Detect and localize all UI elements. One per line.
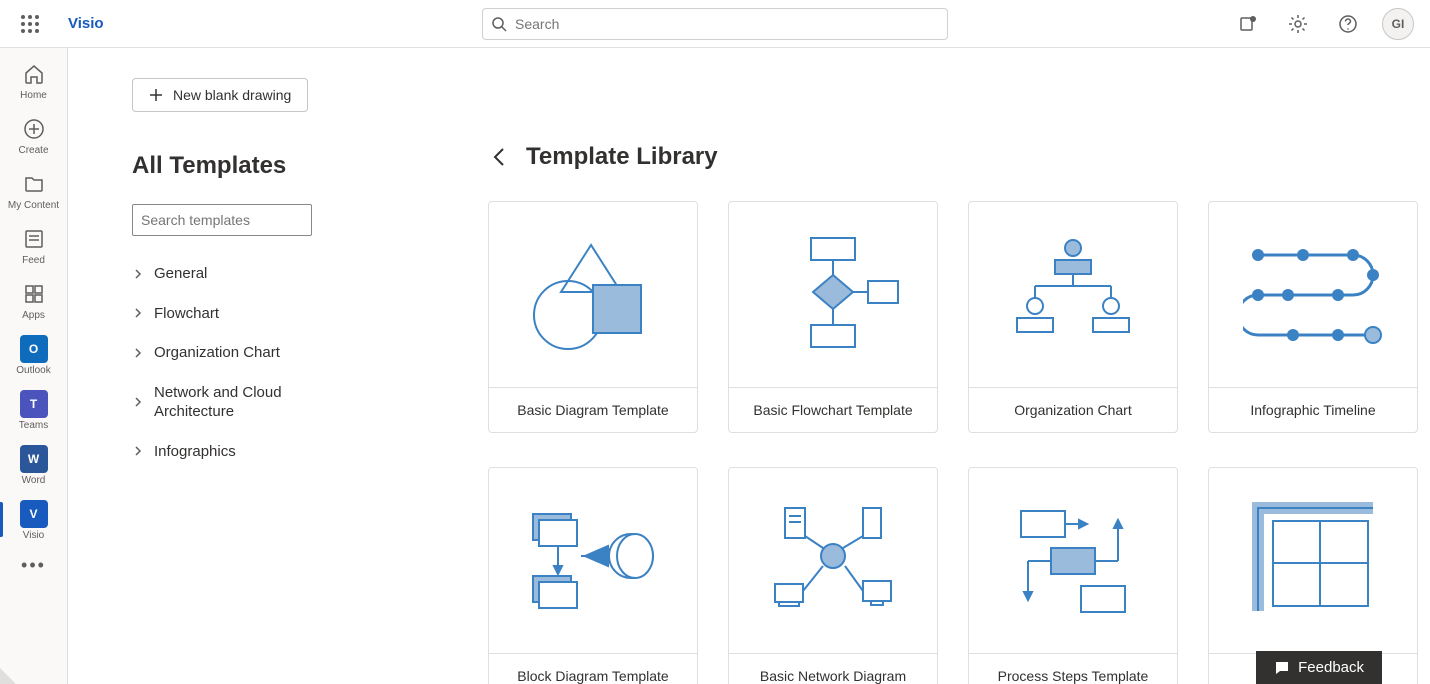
back-icon[interactable]: [488, 145, 512, 169]
visio-icon: V: [20, 500, 48, 528]
global-search[interactable]: [482, 8, 948, 40]
tile-label: Infographic Timeline: [1209, 388, 1417, 432]
rail-mycontent[interactable]: My Content: [0, 162, 68, 217]
new-blank-label: New blank drawing: [173, 87, 291, 103]
chat-icon: [1274, 660, 1290, 676]
tile-label: Basic Network Diagram: [729, 654, 937, 684]
rail-outlook[interactable]: O Outlook: [0, 327, 68, 382]
matrix-icon: [1243, 496, 1383, 626]
template-tile-block[interactable]: Block Diagram Template: [488, 467, 698, 684]
rail-visio[interactable]: V Visio: [0, 492, 68, 547]
global-search-input[interactable]: [515, 16, 939, 32]
tile-label: Process Steps Template: [969, 654, 1177, 684]
tile-preview: [1209, 202, 1417, 388]
plus-icon: [149, 88, 163, 102]
tile-preview: [969, 468, 1177, 654]
category-general[interactable]: General: [132, 254, 388, 294]
template-search[interactable]: [132, 204, 312, 236]
rail-label: Outlook: [16, 365, 50, 376]
tile-label: Basic Diagram Template: [489, 388, 697, 432]
chevron-right-icon: [132, 396, 144, 408]
template-tile-orgchart[interactable]: Organization Chart: [968, 201, 1178, 433]
template-tile-timeline[interactable]: Infographic Timeline: [1208, 201, 1418, 433]
rail-label: Teams: [19, 420, 48, 431]
template-search-input[interactable]: [141, 212, 303, 228]
tile-preview: [1209, 468, 1417, 654]
rail-label: Visio: [23, 530, 45, 541]
tile-label: Block Diagram Template: [489, 654, 697, 684]
process-icon: [1003, 496, 1143, 626]
left-rail: Home Create My Content Feed Apps O Outlo…: [0, 48, 68, 684]
create-icon: [20, 115, 48, 143]
rail-create[interactable]: Create: [0, 107, 68, 162]
network-icon: [763, 496, 903, 626]
template-grid: Basic Diagram Template: [488, 201, 1430, 684]
template-tile-basic-diagram[interactable]: Basic Diagram Template: [488, 201, 698, 433]
more-icon: •••: [21, 555, 46, 576]
word-icon: W: [20, 445, 48, 473]
settings-icon[interactable]: [1282, 8, 1314, 40]
category-orgchart[interactable]: Organization Chart: [132, 333, 388, 373]
feed-icon: [20, 225, 48, 253]
basic-diagram-icon: [523, 230, 663, 360]
timeline-icon: [1243, 230, 1383, 360]
orgchart-icon: [1003, 230, 1143, 360]
tile-label: Organization Chart: [969, 388, 1177, 432]
category-network[interactable]: Network and Cloud Architecture: [132, 373, 388, 432]
tile-preview: [489, 202, 697, 388]
category-label: General: [154, 264, 207, 284]
tile-preview: [489, 468, 697, 654]
rail-more[interactable]: •••: [0, 547, 68, 582]
category-label: Organization Chart: [154, 343, 280, 363]
library-title: Template Library: [526, 143, 718, 171]
search-icon: [491, 16, 507, 32]
whats-new-icon[interactable]: [1232, 8, 1264, 40]
tile-preview: [729, 202, 937, 388]
rail-label: Create: [18, 145, 48, 156]
chevron-right-icon: [132, 445, 144, 457]
rail-label: Word: [22, 475, 46, 486]
category-infographics[interactable]: Infographics: [132, 432, 388, 472]
outlook-icon: O: [20, 335, 48, 363]
feedback-button[interactable]: Feedback: [1256, 651, 1382, 684]
chevron-right-icon: [132, 268, 144, 280]
rail-label: Apps: [22, 310, 45, 321]
category-label: Flowchart: [154, 304, 219, 324]
tile-preview: [969, 202, 1177, 388]
teams-icon: T: [20, 390, 48, 418]
avatar[interactable]: GI: [1382, 8, 1414, 40]
category-flowchart[interactable]: Flowchart: [132, 294, 388, 334]
category-list: General Flowchart Organization Chart Net…: [132, 254, 388, 471]
template-tile-process[interactable]: Process Steps Template: [968, 467, 1178, 684]
new-blank-drawing-button[interactable]: New blank drawing: [132, 78, 308, 112]
mycontent-icon: [20, 170, 48, 198]
app-launcher-waffle[interactable]: [10, 4, 50, 44]
help-icon[interactable]: [1332, 8, 1364, 40]
template-tile-flowchart[interactable]: Basic Flowchart Template: [728, 201, 938, 433]
rail-label: Feed: [22, 255, 45, 266]
category-label: Network and Cloud Architecture: [154, 383, 334, 422]
home-icon: [20, 60, 48, 88]
chevron-right-icon: [132, 307, 144, 319]
all-templates-heading: All Templates: [132, 152, 388, 180]
app-name[interactable]: Visio: [68, 15, 104, 32]
tile-label: Basic Flowchart Template: [729, 388, 937, 432]
apps-icon: [20, 280, 48, 308]
rail-word[interactable]: W Word: [0, 437, 68, 492]
feedback-label: Feedback: [1298, 659, 1364, 676]
rail-teams[interactable]: T Teams: [0, 382, 68, 437]
page-curl-icon: [0, 668, 16, 684]
rail-feed[interactable]: Feed: [0, 217, 68, 272]
chevron-right-icon: [132, 347, 144, 359]
tile-preview: [729, 468, 937, 654]
rail-label: Home: [20, 90, 47, 101]
rail-label: My Content: [8, 200, 59, 211]
category-label: Infographics: [154, 442, 236, 462]
rail-apps[interactable]: Apps: [0, 272, 68, 327]
waffle-icon: [21, 15, 39, 33]
rail-home[interactable]: Home: [0, 52, 68, 107]
block-icon: [523, 496, 663, 626]
template-tile-network[interactable]: Basic Network Diagram: [728, 467, 938, 684]
flowchart-icon: [763, 230, 903, 360]
